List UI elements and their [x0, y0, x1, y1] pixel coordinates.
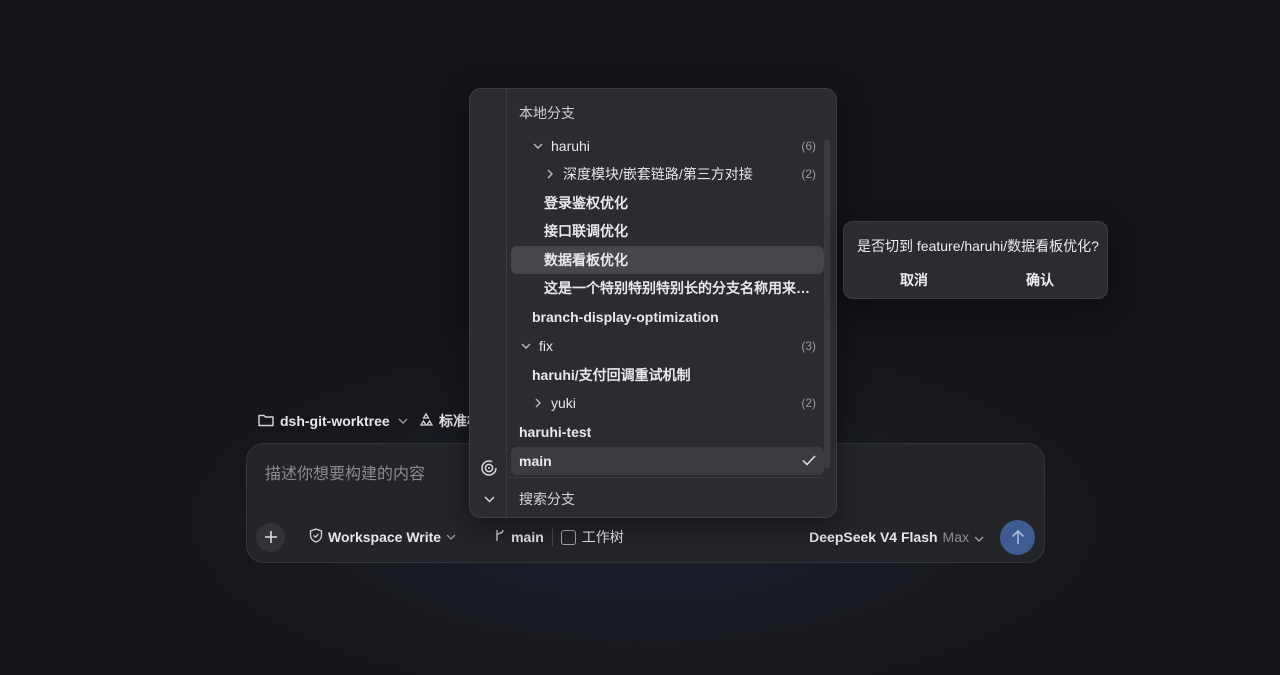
prompt-input[interactable]: 描述你想要构建的内容 [265, 460, 425, 484]
dropdown-divider [508, 477, 824, 478]
branch-label: haruhi-test [519, 424, 592, 440]
branch-group-fix[interactable]: fix (3) [511, 332, 824, 360]
folder-icon [258, 413, 274, 430]
branch-label: 数据看板优化 [544, 252, 628, 268]
chevron-down-icon [974, 529, 984, 545]
branch-label: haruhi/支付回调重试机制 [532, 367, 691, 383]
section-title-local-branches: 本地分支 [519, 105, 575, 121]
branch-label: 深度模块/嵌套链路/第三方对接 [563, 166, 753, 182]
mode-icon [418, 412, 434, 431]
chevron-down-icon [532, 143, 544, 149]
composer-toolbar: Workspace Write main 工作树 DeepSeek V4 Fla… [256, 519, 1035, 555]
confirm-question: 是否切到 feature/haruhi/数据看板优化? [857, 238, 1099, 254]
search-branch-input[interactable]: 搜索分支 [519, 489, 575, 509]
branch-label: yuki [551, 395, 576, 411]
branch-group-nested[interactable]: 深度模块/嵌套链路/第三方对接 (2) [511, 160, 824, 188]
chevron-down-icon [446, 531, 456, 543]
scrollbar[interactable] [824, 139, 830, 469]
branch-label: 登录鉴权优化 [544, 195, 628, 211]
branch-item[interactable]: 这是一个特别特别特别长的分支名称用来测试截断显示的效果 [511, 274, 824, 302]
branch-item-hovered[interactable]: 数据看板优化 [511, 246, 824, 274]
branch-label: branch-display-optimization [532, 309, 719, 325]
app-stage: dsh-git-worktree 标准模 描述你想要构建的内容 Workspac… [0, 0, 1280, 675]
branch-label: main [511, 529, 544, 545]
permission-selector[interactable]: Workspace Write [309, 528, 456, 546]
branch-item[interactable]: 登录鉴权优化 [511, 189, 824, 217]
add-attachment-button[interactable] [256, 522, 285, 552]
repo-selector[interactable]: dsh-git-worktree [258, 410, 408, 432]
dropdown-rail [470, 89, 507, 517]
model-selector[interactable]: DeepSeek V4 Flash Max [809, 529, 984, 545]
branch-item[interactable]: branch-display-optimization [511, 303, 824, 331]
branch-count: (2) [801, 396, 816, 410]
plus-icon [264, 531, 277, 543]
chevron-down-icon [398, 415, 408, 427]
branch-label: fix [539, 338, 553, 354]
branch-item[interactable]: haruhi-test [511, 418, 824, 446]
branch-item-current[interactable]: main [511, 447, 824, 475]
toolbar-divider [551, 528, 553, 546]
chevron-down-icon[interactable] [479, 489, 499, 509]
branch-selector[interactable]: main [494, 529, 544, 545]
shield-icon [309, 528, 323, 546]
worktree-toggle[interactable]: 工作树 [560, 527, 624, 547]
branch-count: (6) [801, 139, 816, 153]
checkbox-icon[interactable] [560, 529, 576, 545]
branch-icon [494, 529, 506, 545]
send-button[interactable] [1000, 519, 1035, 555]
switch-branch-confirm: 是否切到 feature/haruhi/数据看板优化? 取消 确认 [843, 221, 1108, 299]
branch-count: (2) [801, 167, 816, 181]
chevron-right-icon [532, 398, 544, 408]
spinner-icon[interactable] [479, 458, 499, 478]
permission-label: Workspace Write [328, 529, 442, 545]
branch-item[interactable]: haruhi/支付回调重试机制 [511, 361, 824, 389]
branch-dropdown: 本地分支 haruhi (6) 深度模块/嵌套链路/第三方对接 (2) 登录鉴权… [469, 88, 837, 518]
branch-item[interactable]: 接口联调优化 [511, 217, 824, 245]
cancel-button[interactable]: 取消 [900, 270, 928, 290]
send-arrow-icon [1011, 529, 1024, 544]
repo-name: dsh-git-worktree [280, 413, 390, 429]
model-effort: Max [942, 529, 969, 545]
model-name: DeepSeek V4 Flash [809, 529, 938, 545]
chevron-down-icon [520, 343, 532, 349]
branch-label: haruhi [551, 138, 590, 154]
chevron-right-icon [544, 169, 556, 179]
branch-count: (3) [801, 339, 816, 353]
check-icon [802, 453, 824, 469]
branch-label: 这是一个特别特别特别长的分支名称用来测试截断显示的效果 [544, 280, 812, 296]
branch-label: main [519, 453, 552, 469]
branch-group-haruhi[interactable]: haruhi (6) [511, 132, 824, 160]
worktree-label: 工作树 [581, 529, 624, 545]
confirm-button[interactable]: 确认 [1026, 270, 1054, 290]
branch-group-yuki[interactable]: yuki (2) [511, 389, 824, 417]
branch-label: 接口联调优化 [544, 223, 628, 239]
